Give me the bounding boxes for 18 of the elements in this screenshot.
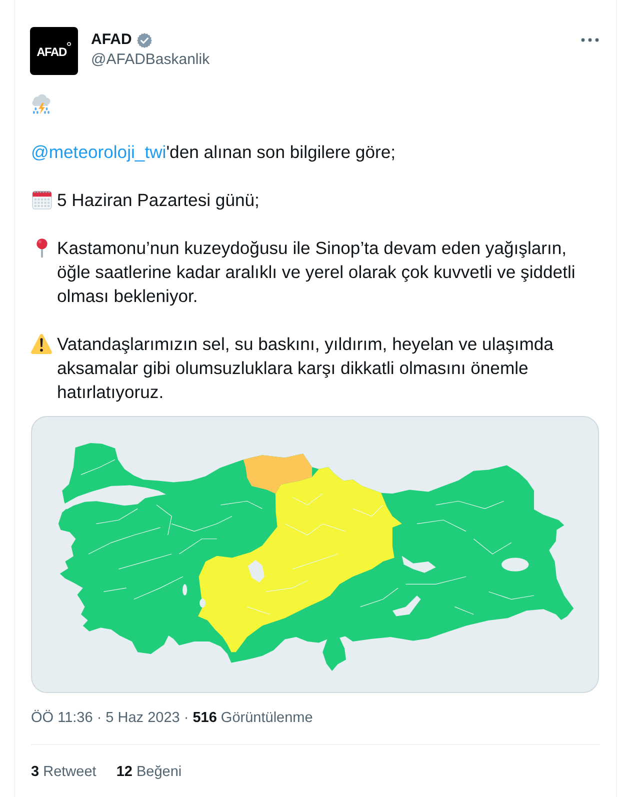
registered-mark-icon (67, 42, 72, 46)
storm-cloud-icon (31, 94, 52, 114)
pushpin-icon (36, 238, 48, 258)
tweet-paragraph: 5 Haziran Pazartesi günü; (57, 189, 260, 212)
tweet-paragraph: Vatandaşlarımızın sel, su baskını, yıldırım, heyelan ve ulaşımda aksamalar gibi olumsuzluklara karşı dikkatli olmasını önemle hatırlatıyoruz. (57, 333, 554, 404)
tweet-paragraph: Kastamonu’nun kuzeydoğusu ile Sinop’ta devam eden yağışların, öğle saatlerine kadar aralıklı ve yerel olarak çok kuvvetli ve şiddetli olması bekleniyor. (57, 237, 576, 308)
likes-link[interactable]: 12 Beğeni (116, 762, 182, 782)
separator-dot: · (184, 709, 189, 728)
calendar-icon (32, 190, 52, 210)
timestamp-link[interactable]: ÖÖ 11:36 · 5 Haz 2023 (31, 708, 180, 728)
warning-icon (31, 334, 52, 354)
retweets-link[interactable]: 3 Retweet (31, 762, 96, 782)
avatar-logo-text: AFAD (36, 45, 66, 59)
author-name[interactable]: AFAD (91, 30, 132, 50)
view-count: 516 Görüntülenme (192, 709, 313, 728)
author-handle[interactable]: @AFADBaskanlik (91, 50, 210, 70)
more-icon (581, 38, 599, 42)
tweet-paragraph: @meteoroloji_twi'den alınan son bilgilere göre; (31, 141, 396, 164)
